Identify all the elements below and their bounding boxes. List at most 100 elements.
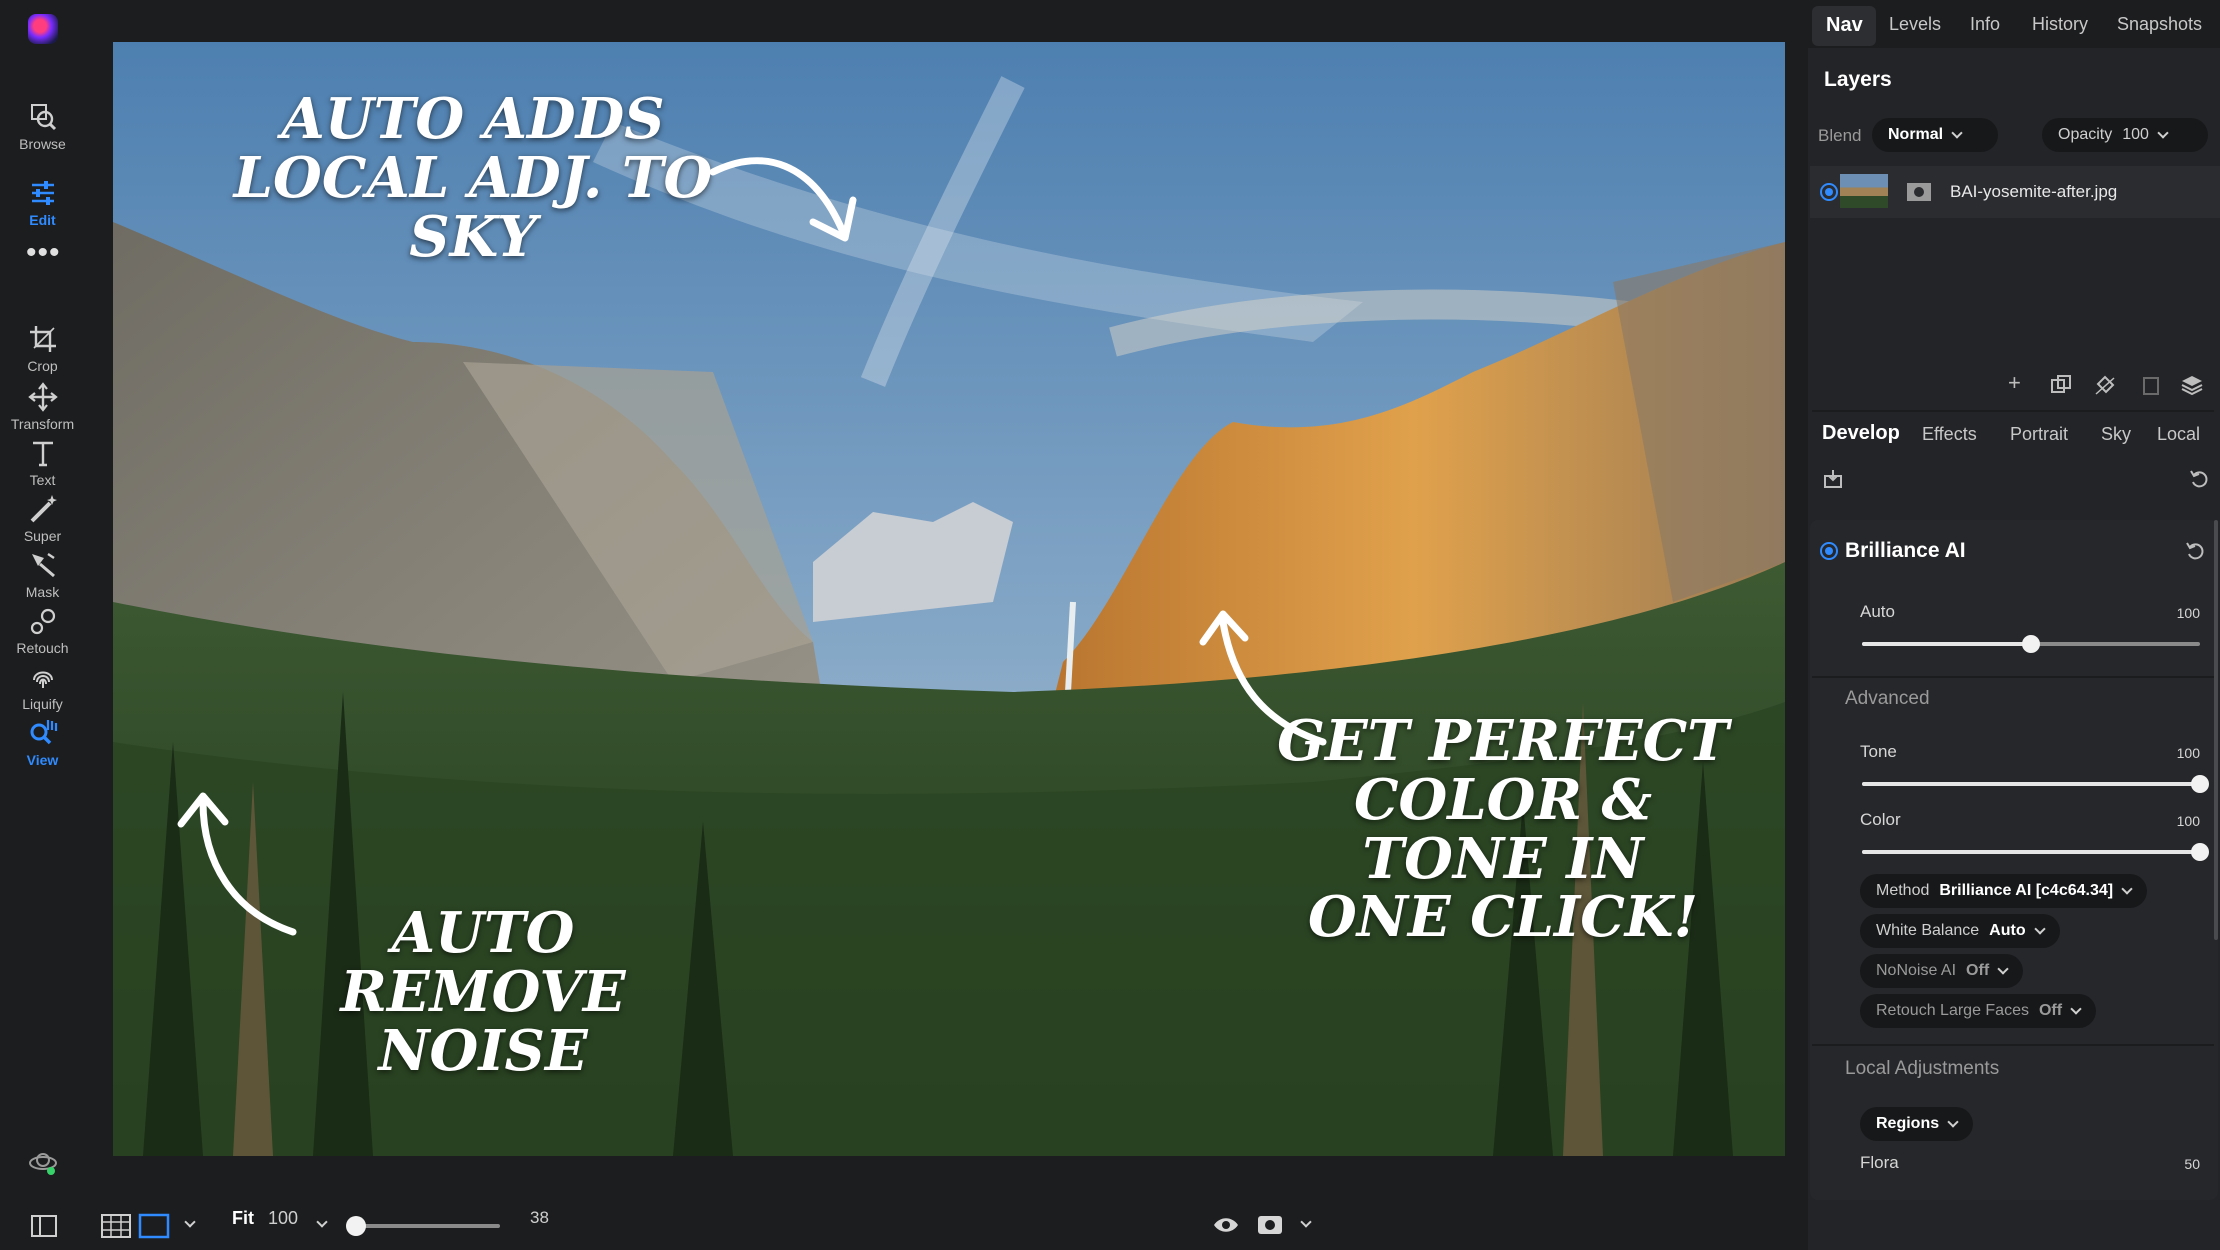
method-dropdown[interactable]: Method Brilliance AI [c4c64.34] (1860, 874, 2148, 908)
nonoise-dropdown[interactable]: NoNoise AI Off (1860, 954, 2024, 988)
reset-brilliance-icon[interactable] (2184, 540, 2206, 562)
auto-slider-fill (1862, 642, 2031, 646)
layer-mask-icon[interactable] (1906, 182, 1932, 202)
advanced-label[interactable]: Advanced (1845, 688, 1930, 710)
grid-view-icon[interactable] (100, 1213, 132, 1239)
tone-slider-fill (1862, 782, 2200, 786)
tab-levels[interactable]: Levels (1889, 14, 1941, 35)
zoom-slider-value: 38 (530, 1208, 549, 1227)
tool-super-label: Super (23, 528, 62, 544)
tone-label: Tone (1860, 742, 1897, 761)
tool-text-label: Text (29, 472, 56, 488)
annotation-sky: AUTO ADDS LOCAL ADJ. TO SKY (233, 90, 713, 266)
view-mode-chevron-down-icon[interactable] (184, 1216, 196, 1228)
tab-local[interactable]: Local (2157, 424, 2200, 445)
auto-value: 100 (2176, 605, 2200, 621)
app-logo-icon[interactable] (28, 14, 58, 44)
tool-transform[interactable]: Transform (0, 380, 85, 432)
brilliance-card (1810, 520, 2218, 1200)
white-balance-value: Auto (1989, 922, 2026, 939)
retouch-faces-dropdown[interactable]: Retouch Large Faces Off (1860, 994, 2097, 1028)
method-chevron-down-icon (2121, 883, 2133, 895)
regions-chevron-down-icon (1947, 1116, 1959, 1128)
tool-retouch[interactable]: Retouch (0, 604, 85, 656)
single-view-icon[interactable] (138, 1213, 170, 1239)
photo-canvas[interactable]: AUTO ADDS LOCAL ADJ. TO SKY GET PERFECT … (113, 42, 1785, 1156)
auto-slider-knob[interactable] (2022, 635, 2040, 653)
delete-layer-icon[interactable] (2140, 374, 2162, 396)
tone-value: 100 (2176, 745, 2200, 761)
compare-mask-icon[interactable] (1256, 1214, 1284, 1236)
panel-scrollbar[interactable] (2214, 520, 2218, 940)
tab-history[interactable]: History (2032, 14, 2088, 35)
tool-crop[interactable]: Crop (0, 322, 85, 374)
satellite-status-icon[interactable] (26, 1146, 60, 1180)
layer-active-radio[interactable] (1820, 183, 1838, 201)
method-value: Brilliance AI [c4c64.34] (1939, 882, 2114, 899)
opacity-label: Opacity (2058, 126, 2113, 143)
zoom-value[interactable]: 100 (268, 1208, 298, 1229)
move-icon (27, 382, 58, 412)
tool-browse[interactable]: Browse (0, 100, 85, 152)
tool-view[interactable]: View (0, 716, 85, 768)
color-slider-knob[interactable] (2191, 843, 2209, 861)
reset-develop-icon[interactable] (2188, 468, 2210, 490)
tool-super[interactable]: Super (0, 492, 85, 544)
tool-retouch-label: Retouch (16, 640, 69, 656)
regions-dropdown[interactable]: Regions (1860, 1107, 1974, 1141)
tab-sky[interactable]: Sky (2101, 424, 2131, 445)
flora-label: Flora (1860, 1153, 1899, 1172)
arrow-sky-icon (709, 157, 857, 242)
preview-chevron-down-icon[interactable] (1300, 1216, 1312, 1228)
white-balance-chevron-down-icon (2033, 923, 2046, 935)
regions-label: Regions (1876, 1115, 1940, 1132)
crop-icon (29, 326, 56, 352)
local-adjustments-label[interactable]: Local Adjustments (1845, 1058, 1999, 1080)
retouch-faces-value: Off (2038, 1002, 2063, 1019)
zoom-chevron-down-icon[interactable] (316, 1216, 328, 1228)
tool-crop-label: Crop (27, 358, 58, 374)
annotation-tone-line-2: COLOR & TONE IN (1353, 766, 1653, 892)
auto-divider (1812, 676, 2214, 678)
duplicate-layer-icon[interactable] (2050, 374, 2072, 396)
tab-develop[interactable]: Develop (1822, 422, 1900, 445)
presets-import-icon[interactable] (1822, 468, 1844, 490)
auto-label: Auto (1860, 602, 1895, 621)
more-dots-icon[interactable]: ••• (26, 238, 61, 268)
tab-nav[interactable]: Nav (1826, 14, 1863, 37)
zoom-slider-track[interactable] (355, 1224, 500, 1228)
layer-row[interactable]: BAI-yosemite-after.jpg (1810, 166, 2220, 218)
fill-layer-icon[interactable] (2094, 374, 2116, 396)
retouch-faces-chevron-down-icon (2070, 1003, 2082, 1015)
tool-mask-label: Mask (25, 584, 60, 600)
method-label: Method (1876, 882, 1930, 899)
toggle-left-panel-icon[interactable] (30, 1214, 58, 1238)
tab-effects[interactable]: Effects (1922, 424, 1977, 445)
tab-info[interactable]: Info (1970, 14, 2000, 35)
tab-snapshots[interactable]: Snapshots (2117, 14, 2202, 35)
tab-portrait[interactable]: Portrait (2010, 424, 2068, 445)
white-balance-dropdown[interactable]: White Balance Auto (1860, 914, 2060, 948)
layers-divider (1812, 410, 2214, 412)
tool-transform-label: Transform (10, 416, 75, 432)
tool-liquify[interactable]: Liquify (0, 660, 85, 712)
fit-button[interactable]: Fit (232, 1208, 254, 1229)
blend-label: Blend (1818, 126, 1862, 145)
brilliance-title: Brilliance AI (1845, 539, 1966, 562)
layer-thumbnail (1840, 174, 1888, 208)
brilliance-enabled-radio[interactable] (1820, 542, 1838, 560)
mask-brush-icon (31, 553, 55, 578)
tone-slider-knob[interactable] (2191, 775, 2209, 793)
blend-dropdown[interactable]: Normal (1872, 118, 1998, 152)
zoom-slider-knob[interactable] (346, 1216, 366, 1236)
opacity-dropdown[interactable]: Opacity 100 (2042, 118, 2208, 152)
annotation-sky-line-2: LOCAL ADJ. TO SKY (233, 144, 713, 270)
tool-edit[interactable]: Edit (0, 176, 85, 228)
layers-stack-icon[interactable] (2180, 374, 2204, 396)
blend-chevron-down-icon (1951, 127, 1963, 139)
tool-mask[interactable]: Mask (0, 548, 85, 600)
tool-text[interactable]: Text (0, 436, 85, 488)
eye-preview-icon[interactable] (1212, 1214, 1240, 1236)
add-layer-icon[interactable]: + (2008, 370, 2021, 396)
arrow-tone-icon (1199, 610, 1327, 746)
